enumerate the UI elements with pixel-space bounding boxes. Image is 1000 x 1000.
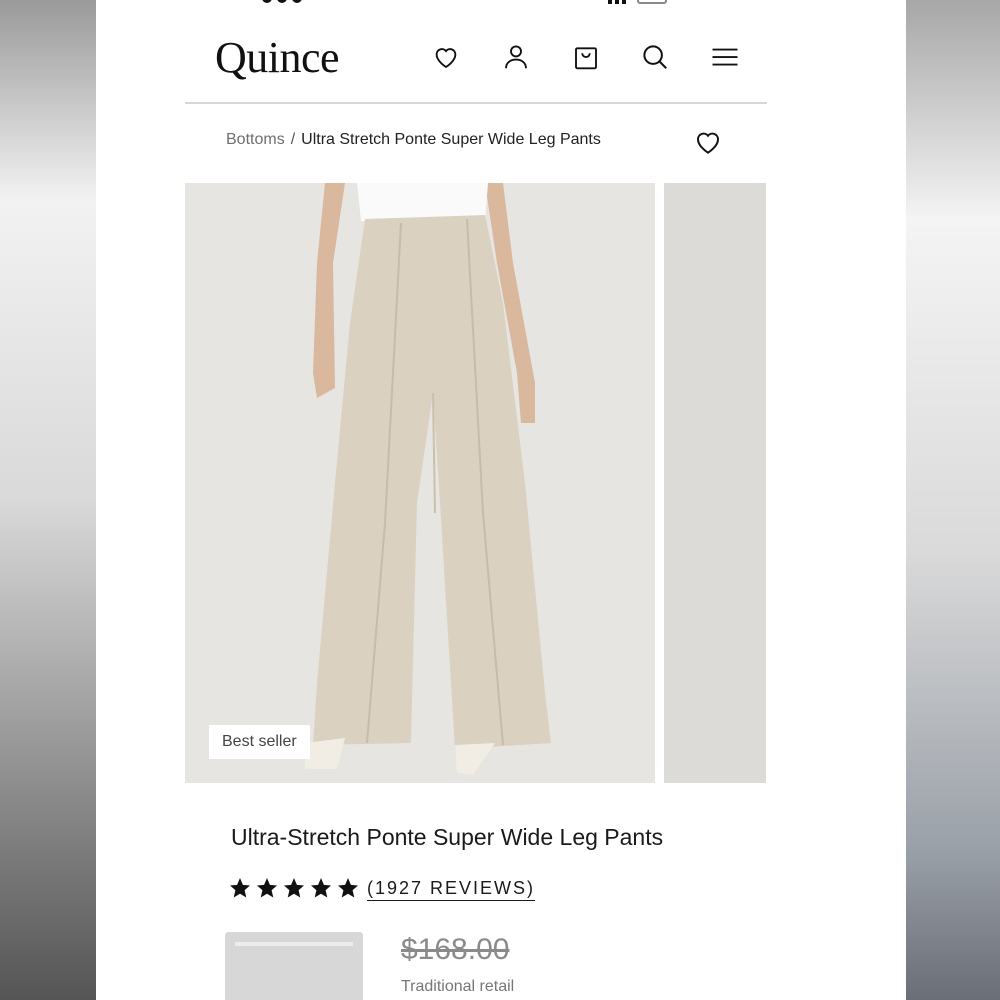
breadcrumb: Bottoms / Ultra Stretch Ponte Super Wide L… xyxy=(226,131,601,149)
left-blurred-border xyxy=(0,0,96,1000)
breadcrumb-current: Ultra Stretch Ponte Super Wide Leg Pants xyxy=(301,131,601,148)
hamburger-menu-icon[interactable] xyxy=(708,40,742,74)
quince-logo[interactable]: Quince xyxy=(215,32,340,83)
best-seller-badge: Best seller xyxy=(209,725,310,759)
status-time xyxy=(262,0,318,4)
search-icon[interactable] xyxy=(638,40,672,74)
product-title: Ultra-Stretch Ponte Super Wide Leg Pants xyxy=(231,824,664,850)
breadcrumb-link-bottoms[interactable]: Bottoms xyxy=(226,131,285,148)
breadcrumb-separator: / xyxy=(290,131,296,148)
price-caption: Traditional retail xyxy=(401,978,515,995)
rating-row: (1927 REVIEWS) xyxy=(228,876,535,900)
original-price: $168.00 xyxy=(401,933,510,966)
site-header: Quince xyxy=(185,22,767,104)
star-icon xyxy=(338,878,358,898)
phone-screen: Quince Bottoms / Ultra Stretch Ponte Super… xyxy=(96,0,906,1000)
next-product-image[interactable] xyxy=(664,183,766,783)
star-icon xyxy=(257,878,277,898)
product-image[interactable]: Best seller xyxy=(185,183,655,783)
favorite-heart-icon[interactable] xyxy=(692,126,724,158)
shopping-bag-icon[interactable] xyxy=(569,40,603,74)
pants-photo xyxy=(185,183,655,783)
user-icon[interactable] xyxy=(499,40,533,74)
right-blurred-border xyxy=(906,0,1000,1000)
status-indicators xyxy=(608,0,712,4)
reviews-link[interactable]: (1927 REVIEWS) xyxy=(367,878,535,899)
heart-icon[interactable] xyxy=(429,40,463,74)
price-thumbnail xyxy=(225,932,363,1000)
star-icon xyxy=(311,878,331,898)
star-icon xyxy=(230,878,250,898)
star-icon xyxy=(284,878,304,898)
